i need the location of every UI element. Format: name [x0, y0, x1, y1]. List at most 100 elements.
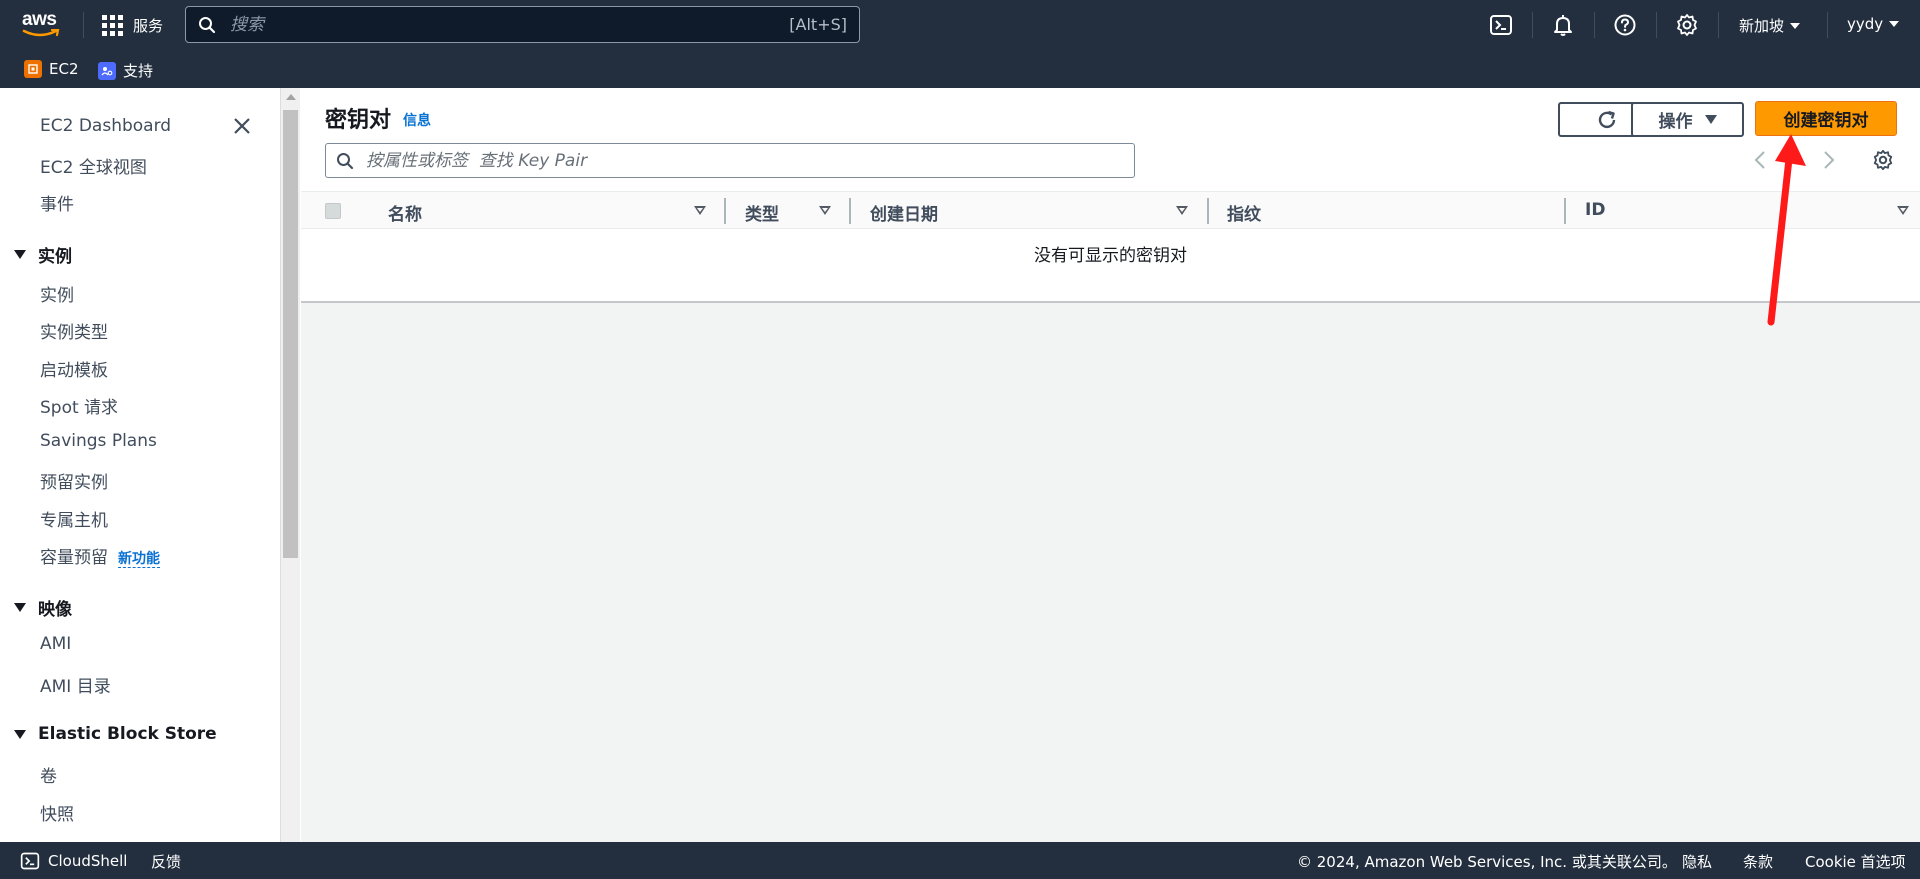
favorite-support[interactable]: 支持: [98, 60, 153, 81]
cloudshell-button[interactable]: CloudShell: [20, 851, 127, 871]
filter-search[interactable]: [325, 143, 1135, 178]
caret-down-icon: [14, 603, 26, 612]
search-shortcut: [Alt+S]: [789, 15, 847, 34]
select-all-checkbox[interactable]: [325, 203, 341, 219]
nav-item-instance-types[interactable]: 实例类型: [40, 318, 108, 343]
ec2-icon: [24, 60, 42, 78]
filter-input[interactable]: [366, 144, 1106, 177]
footer: CloudShell 反馈 © 2024, Amazon Web Service…: [0, 842, 1920, 879]
chevron-right-icon[interactable]: [1822, 150, 1836, 170]
sort-icon[interactable]: [819, 206, 831, 215]
divider: [1718, 12, 1719, 38]
privacy-link[interactable]: 隐私: [1682, 851, 1712, 872]
account-menu[interactable]: yydy: [1847, 15, 1900, 33]
column-header-name[interactable]: 名称: [388, 200, 422, 225]
nav-item-dedicated-hosts[interactable]: 专属主机: [40, 506, 108, 531]
divider: [1532, 12, 1533, 38]
search-icon: [337, 153, 354, 170]
main-content: 密钥对 信息 操作 创建密钥对 名称 类型 创建日期: [301, 88, 1920, 842]
nav-item-instances[interactable]: 实例: [40, 281, 74, 306]
column-header-id[interactable]: ID: [1585, 200, 1605, 220]
search-input[interactable]: [230, 7, 750, 42]
divider: [1827, 12, 1828, 38]
scroll-up-arrow-icon[interactable]: [286, 94, 296, 100]
cloudshell-icon: [20, 852, 40, 870]
nav-item-snapshots[interactable]: 快照: [40, 800, 74, 825]
column-header-fingerprint[interactable]: 指纹: [1227, 200, 1261, 225]
divider: [83, 12, 84, 38]
column-header-type[interactable]: 类型: [745, 200, 779, 225]
nav-item-reserved-instances[interactable]: 预留实例: [40, 468, 108, 493]
cloudshell-icon[interactable]: [1489, 13, 1513, 37]
annotation-arrow-icon: [1767, 134, 1806, 326]
nav-item-label: 容量预留: [40, 548, 108, 568]
nav-section-ebs[interactable]: Elastic Block Store: [14, 724, 217, 744]
nav-item-launch-templates[interactable]: 启动模板: [40, 356, 108, 381]
column-header-created[interactable]: 创建日期: [870, 200, 938, 225]
divider: [1656, 12, 1657, 38]
cookie-preferences-link[interactable]: Cookie 首选项: [1805, 851, 1906, 872]
column-resizer[interactable]: [849, 198, 851, 224]
global-search[interactable]: [Alt+S]: [185, 6, 860, 43]
favorite-ec2[interactable]: EC2: [24, 60, 79, 78]
nav-section-instances[interactable]: 实例: [14, 242, 72, 267]
favorite-ec2-label: EC2: [49, 60, 79, 78]
favorites-bar: EC2 支持: [0, 50, 1920, 88]
nav-item-volumes[interactable]: 卷: [40, 762, 57, 787]
caret-down-icon: [1704, 115, 1717, 124]
nav-item-capacity-reservations[interactable]: 容量预留 新功能: [40, 543, 160, 568]
sidebar-scrollbar[interactable]: [280, 88, 300, 842]
grid-icon: [102, 14, 123, 36]
services-label: 服务: [133, 16, 164, 35]
caret-down-icon: [14, 250, 26, 259]
nav-section-title: 映像: [38, 600, 72, 620]
caret-down-icon: [1790, 22, 1801, 29]
divider: [1594, 12, 1595, 38]
nav-item-savings-plans[interactable]: Savings Plans: [40, 431, 157, 451]
region-selector[interactable]: 新加坡: [1739, 15, 1801, 36]
aws-smile-icon: [22, 29, 60, 37]
column-resizer[interactable]: [724, 198, 726, 224]
help-icon[interactable]: [1613, 13, 1637, 37]
nav-section-title: 实例: [38, 247, 72, 267]
caret-down-icon: [14, 729, 26, 739]
nav-item-ami[interactable]: AMI: [40, 634, 71, 654]
services-menu-button[interactable]: 服务: [102, 13, 163, 37]
search-icon: [199, 17, 216, 34]
nav-item-ec2-global-view[interactable]: EC2 全球视图: [40, 153, 147, 178]
bell-icon[interactable]: [1551, 13, 1575, 37]
gear-icon[interactable]: [1675, 13, 1699, 37]
nav-section-title: Elastic Block Store: [38, 724, 217, 744]
sort-icon[interactable]: [1897, 206, 1909, 215]
actions-dropdown-button[interactable]: 操作: [1631, 102, 1744, 137]
nav-item-events[interactable]: 事件: [40, 190, 74, 215]
scrollbar-thumb[interactable]: [283, 110, 298, 558]
table-settings-gear-icon[interactable]: [1872, 149, 1894, 171]
nav-item-spot-requests[interactable]: Spot 请求: [40, 393, 118, 418]
nav-item-ami-catalog[interactable]: AMI 目录: [40, 672, 111, 697]
feedback-link[interactable]: 反馈: [151, 851, 181, 872]
aws-logo[interactable]: aws: [22, 10, 66, 40]
actions-label: 操作: [1658, 112, 1693, 132]
copyright-text: © 2024, Amazon Web Services, Inc. 或其关联公司…: [1297, 853, 1677, 871]
support-icon: [98, 61, 116, 80]
column-resizer[interactable]: [1564, 198, 1566, 224]
table-header: 名称 类型 创建日期 指纹 ID: [301, 191, 1920, 229]
caret-down-icon: [1889, 21, 1900, 27]
sort-icon[interactable]: [694, 206, 706, 215]
terms-link[interactable]: 条款: [1743, 851, 1773, 872]
region-label: 新加坡: [1739, 17, 1785, 35]
sort-icon[interactable]: [1176, 206, 1188, 215]
aws-logo-text: aws: [22, 9, 57, 30]
close-icon[interactable]: [232, 116, 252, 136]
info-link[interactable]: 信息: [403, 110, 431, 130]
column-resizer[interactable]: [1207, 198, 1209, 224]
cloudshell-label: CloudShell: [48, 852, 128, 870]
nav-section-images[interactable]: 映像: [14, 595, 72, 620]
favorite-support-label: 支持: [123, 62, 154, 80]
key-pairs-table-panel: 密钥对 信息 操作 创建密钥对 名称 类型 创建日期: [301, 88, 1920, 303]
nav-item-ec2-dashboard[interactable]: EC2 Dashboard: [40, 116, 171, 136]
account-label: yydy: [1847, 15, 1884, 33]
empty-state-message: 没有可显示的密钥对: [1034, 246, 1187, 266]
new-feature-badge[interactable]: 新功能: [118, 551, 160, 568]
